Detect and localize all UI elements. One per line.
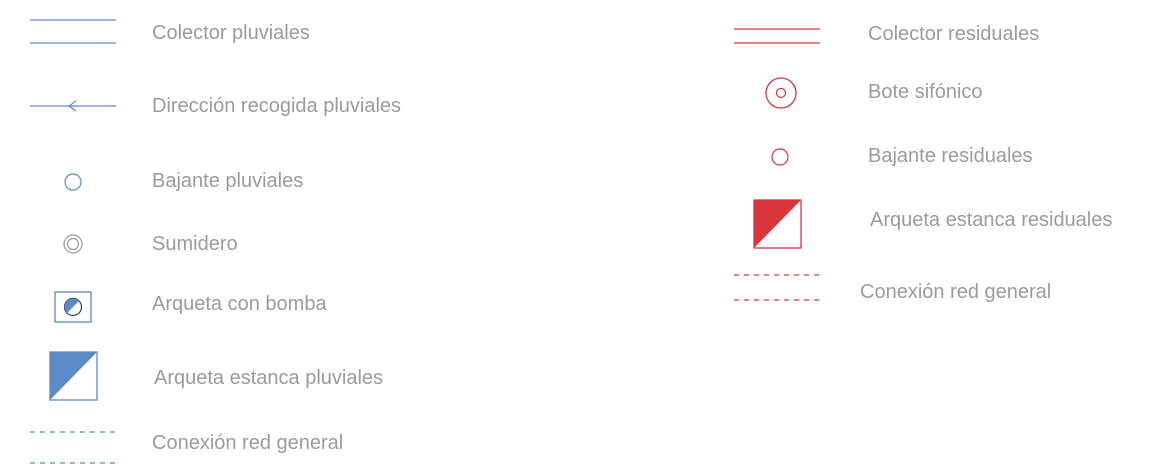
conexion-red-general-pluviales-dashed-line-icon <box>30 431 116 464</box>
drainage-legend: Colector pluviales Dirección recogida pl… <box>0 0 1158 471</box>
arqueta-con-bomba-pump-box-icon <box>54 291 92 323</box>
legend-label-bote-sifonico: Bote sifónico <box>868 81 983 103</box>
colector-residuales-double-line-icon <box>734 28 820 44</box>
direccion-arrow-left-icon <box>30 100 116 112</box>
legend-label-arqueta-estanca-pluviales: Arqueta estanca pluviales <box>154 367 384 389</box>
conexion-red-general-residuales-dashed-line-icon <box>734 274 820 301</box>
bote-sifonico-circle-with-dot-icon <box>765 77 797 109</box>
bajante-residuales-circle-icon <box>771 148 789 166</box>
legend-label-conexion-red-general-residuales: Conexión red general <box>860 281 1052 303</box>
legend-label-bajante-pluviales: Bajante pluviales <box>152 170 304 192</box>
legend-label-conexion-red-general-pluviales: Conexión red general <box>152 432 344 454</box>
colector-pluviales-double-line-icon <box>30 19 116 44</box>
legend-label-colector-residuales: Colector residuales <box>868 23 1040 45</box>
legend-label-bajante-residuales: Bajante residuales <box>868 145 1033 167</box>
sumidero-double-circle-icon <box>63 234 83 254</box>
legend-label-direccion-recogida-pluviales: Dirección recogida pluviales <box>152 95 402 117</box>
legend-label-arqueta-estanca-residuales: Arqueta estanca residuales <box>870 209 1113 231</box>
legend-label-colector-pluviales: Colector pluviales <box>152 22 310 44</box>
arqueta-estanca-pluviales-half-filled-square-icon <box>49 351 98 401</box>
arqueta-estanca-residuales-half-filled-square-icon <box>753 199 802 249</box>
legend-label-arqueta-con-bomba: Arqueta con bomba <box>152 293 327 315</box>
bajante-pluviales-circle-icon <box>64 173 82 191</box>
legend-label-sumidero: Sumidero <box>152 233 238 255</box>
